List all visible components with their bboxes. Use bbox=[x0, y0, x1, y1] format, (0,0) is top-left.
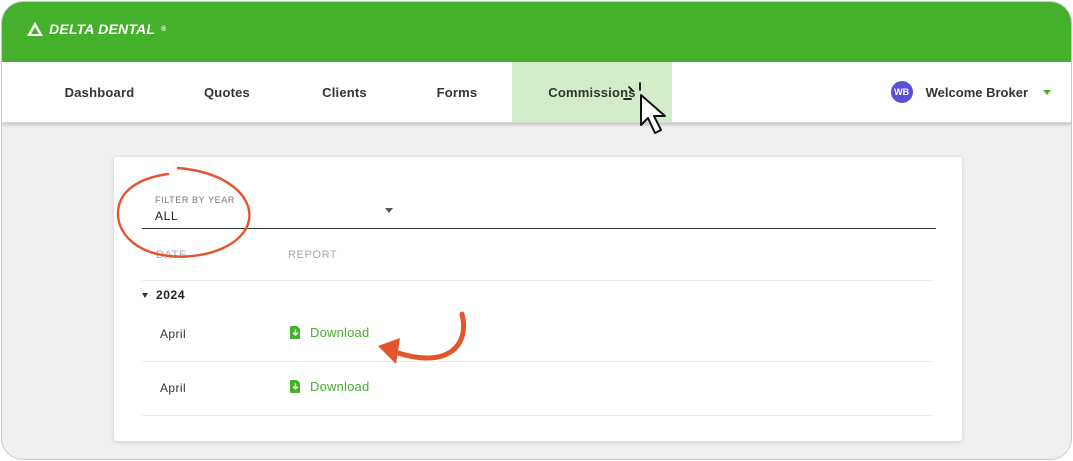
nav-quotes[interactable]: Quotes bbox=[167, 62, 287, 122]
app-window: DELTA DENTAL ® Dashboard Quotes Clients F… bbox=[1, 1, 1072, 460]
nav-dashboard[interactable]: Dashboard bbox=[32, 62, 167, 122]
main-navigation: Dashboard Quotes Clients Forms Commissio… bbox=[2, 62, 1071, 123]
download-label: Download bbox=[310, 379, 370, 394]
caret-down-icon bbox=[1043, 89, 1051, 95]
divider bbox=[142, 361, 934, 362]
column-header-date: DATE bbox=[156, 249, 187, 261]
download-link[interactable]: Download bbox=[290, 379, 369, 394]
top-bar: DELTA DENTAL ® bbox=[2, 2, 1071, 62]
filter-label: FILTER BY YEAR bbox=[155, 195, 235, 205]
year-group-toggle[interactable]: 2024 bbox=[142, 288, 185, 302]
download-label: Download bbox=[310, 325, 370, 340]
nav-commissions[interactable]: Commissions bbox=[512, 62, 672, 122]
user-greeting: Welcome Broker bbox=[925, 84, 1028, 100]
user-menu[interactable]: WB Welcome Broker bbox=[890, 62, 1051, 122]
download-link[interactable]: Download bbox=[290, 325, 369, 340]
commissions-card: FILTER BY YEAR ALL DATE REPORT 2024 Apri… bbox=[114, 157, 962, 441]
year-label: 2024 bbox=[156, 288, 186, 302]
brand-name: DELTA DENTAL bbox=[49, 21, 156, 37]
avatar: WB bbox=[890, 81, 913, 103]
caret-down-icon[interactable] bbox=[385, 208, 393, 213]
divider bbox=[142, 280, 934, 281]
file-download-icon bbox=[290, 326, 300, 339]
caret-down-icon bbox=[142, 292, 148, 298]
delta-dental-logo[interactable]: DELTA DENTAL ® bbox=[26, 21, 166, 37]
nav-clients[interactable]: Clients bbox=[287, 62, 402, 122]
divider bbox=[392, 228, 936, 229]
filter-value: ALL bbox=[155, 209, 179, 223]
delta-triangle-icon bbox=[27, 22, 43, 36]
nav-forms[interactable]: Forms bbox=[402, 62, 512, 122]
row-month: April bbox=[160, 381, 187, 395]
file-download-icon bbox=[290, 380, 300, 393]
column-header-report: REPORT bbox=[288, 249, 338, 261]
brand-registered-mark: ® bbox=[161, 25, 167, 33]
divider bbox=[142, 415, 934, 416]
filter-by-year-select[interactable]: FILTER BY YEAR ALL bbox=[142, 194, 392, 229]
row-month: April bbox=[160, 327, 187, 341]
